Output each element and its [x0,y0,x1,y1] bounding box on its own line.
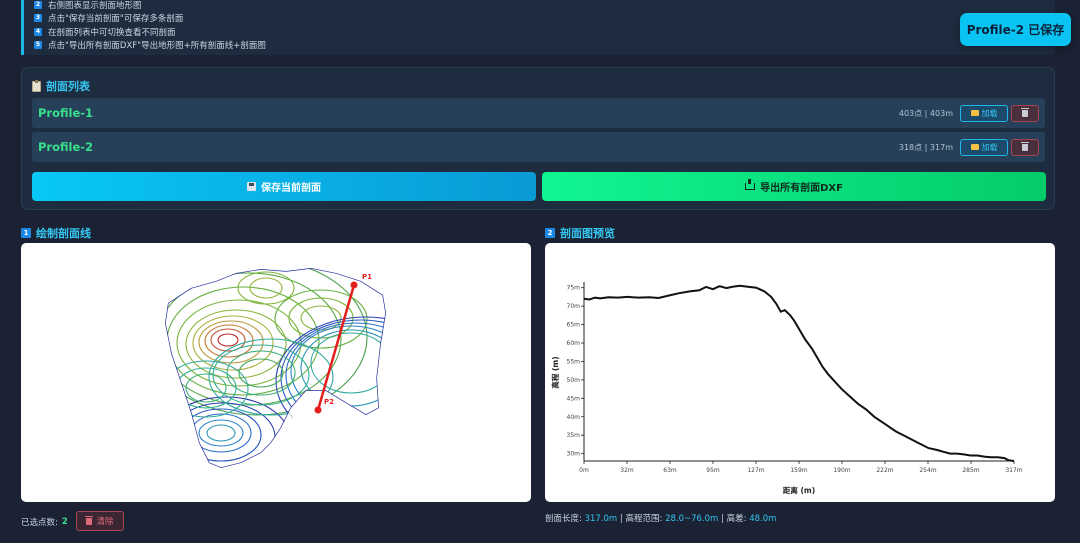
save-profile-button[interactable]: 保存当前剖面 [32,172,536,201]
load-profile-button[interactable]: 加载 [960,104,1008,122]
saved-toast: Profile-2 已保存 [960,13,1071,46]
profile-chart-canvas: 0m 32m 63m 95m 127m 159m 190m 222m 254m 285m 317m 3… [545,243,1055,502]
range-label: 高程范围: [625,514,663,524]
x-tick-label: 32m [620,467,634,474]
x-tick-label: 159m [790,467,807,474]
profile-list-title: 剖面列表 [32,78,90,94]
selected-count: 2 [61,517,68,527]
x-tick-label: 254m [919,467,936,474]
instruction-text: 右侧图表显示剖面地形图 [48,0,142,11]
delete-profile-button[interactable] [1011,104,1039,122]
x-tick-label: 285m [962,467,979,474]
export-label: 导出所有剖面DXF [760,183,843,194]
instruction-line: 3 点击"保存当前剖面"可保存多条剖面 [34,12,1045,26]
length-label: 剖面长度: [545,514,582,524]
p1-label: P1 [362,273,372,281]
instruction-text: 点击"导出所有剖面DXF"导出地形图+所有剖面线+剖面图 [48,41,266,52]
trash-icon [1021,141,1029,151]
p2-marker[interactable] [314,406,322,414]
elevation-series-line [583,284,1015,462]
step-badge: 5 [34,41,42,50]
instruction-text: 点击"保存当前剖面"可保存多条剖面 [48,14,184,25]
instruction-line: 4 在剖面列表中可切换查看不同剖面 [34,25,1045,39]
contour-lines [165,268,386,468]
trash-icon [1021,107,1029,117]
diff-value: 48.0m [749,514,777,524]
profile-list-panel: 剖面列表 Profile-1 403点 | 403m 加载 Profile-2 … [21,67,1055,210]
load-label: 加载 [981,142,998,152]
profile-row[interactable]: Profile-1 403点 | 403m 加载 [32,98,1045,128]
step-badge: 2 [545,228,555,238]
y-tick-label: 30m [567,451,581,458]
x-tick-label: 317m [1005,467,1022,474]
save-label: 保存当前剖面 [261,183,321,194]
y-tick-label: 40m [567,414,581,421]
profile-meta: 318点 | 317m [898,142,953,152]
selected-points-status: 已选点数: 2 [21,516,68,528]
y-tick-label: 45m [567,395,581,402]
diff-label: 高差: [726,514,747,524]
x-tick-label: 127m [747,467,764,474]
range-value: 28.0~76.0m [665,514,719,524]
folder-icon [970,110,979,116]
y-tick-label: 55m [567,358,581,365]
y-tick-label: 70m [567,303,581,310]
draw-section-title: 1 绘制剖面线 [21,225,91,241]
delete-profile-button[interactable] [1011,138,1039,156]
y-tick-label: 50m [567,377,581,384]
step-badge: 3 [34,14,42,23]
profile-chart: 0m 32m 63m 95m 127m 159m 190m 222m 254m 285m 317m 3… [550,282,1023,495]
chart-ticks: 0m 32m 63m 95m 127m 159m 190m 222m 254m 285m 317m 3… [567,285,1023,474]
profile-name: Profile-1 [38,106,94,120]
y-tick-label: 65m [567,322,581,329]
p2-label: P2 [324,398,334,406]
x-tick-label: 95m [706,467,720,474]
folder-icon [970,144,979,150]
profile-name: Profile-2 [38,140,94,154]
clear-label: 清除 [96,517,114,527]
y-axis-label: 高程 (m) [550,356,560,388]
step-badge: 2 [34,0,42,9]
p1-marker[interactable] [350,281,358,289]
x-tick-label: 190m [833,467,850,474]
load-profile-button[interactable]: 加载 [960,138,1008,156]
clipboard-icon [32,79,41,92]
instruction-line: 5 点击"导出所有剖面DXF"导出地形图+所有剖面线+剖面图 [34,39,1045,53]
instruction-line: 2 右侧图表显示剖面地形图 [34,0,1045,12]
contour-map-canvas[interactable]: P1 P2 [21,243,531,502]
y-tick-label: 35m [567,432,581,439]
export-tray-icon [745,179,756,190]
instructions-box: 2 右侧图表显示剖面地形图 3 点击"保存当前剖面"可保存多条剖面 4 在剖面列… [21,0,1055,55]
clear-button[interactable]: 清除 [76,511,124,531]
instruction-text: 在剖面列表中可切换查看不同剖面 [48,27,176,38]
x-tick-label: 63m [663,467,677,474]
y-tick-label: 75m [567,285,581,292]
x-axis-label: 距离 (m) [783,485,815,495]
length-value: 317.0m [584,514,618,524]
preview-section-title: 2 剖面图预览 [545,225,615,241]
selected-label: 已选点数: [21,518,58,528]
trash-icon [85,515,94,525]
chart-axes [583,282,1014,462]
preview-section-title-text: 剖面图预览 [560,227,615,240]
floppy-disk-icon [247,182,256,191]
profile-row[interactable]: Profile-2 318点 | 317m 加载 [32,132,1045,162]
draw-section-title-text: 绘制剖面线 [36,227,91,240]
x-tick-label: 0m [579,467,589,474]
x-tick-label: 222m [876,467,893,474]
profile-meta: 403点 | 403m [898,108,953,118]
load-label: 加载 [981,108,998,118]
step-badge: 4 [34,27,42,36]
profile-stats: 剖面长度: 317.0m | 高程范围: 28.0~76.0m | 高差: 48… [545,512,776,524]
profile-list-title-text: 剖面列表 [46,80,90,93]
export-dxf-button[interactable]: 导出所有剖面DXF [542,172,1046,201]
contour-map[interactable]: P1 P2 [21,243,531,502]
y-tick-label: 60m [567,340,581,347]
step-badge: 1 [21,228,31,238]
